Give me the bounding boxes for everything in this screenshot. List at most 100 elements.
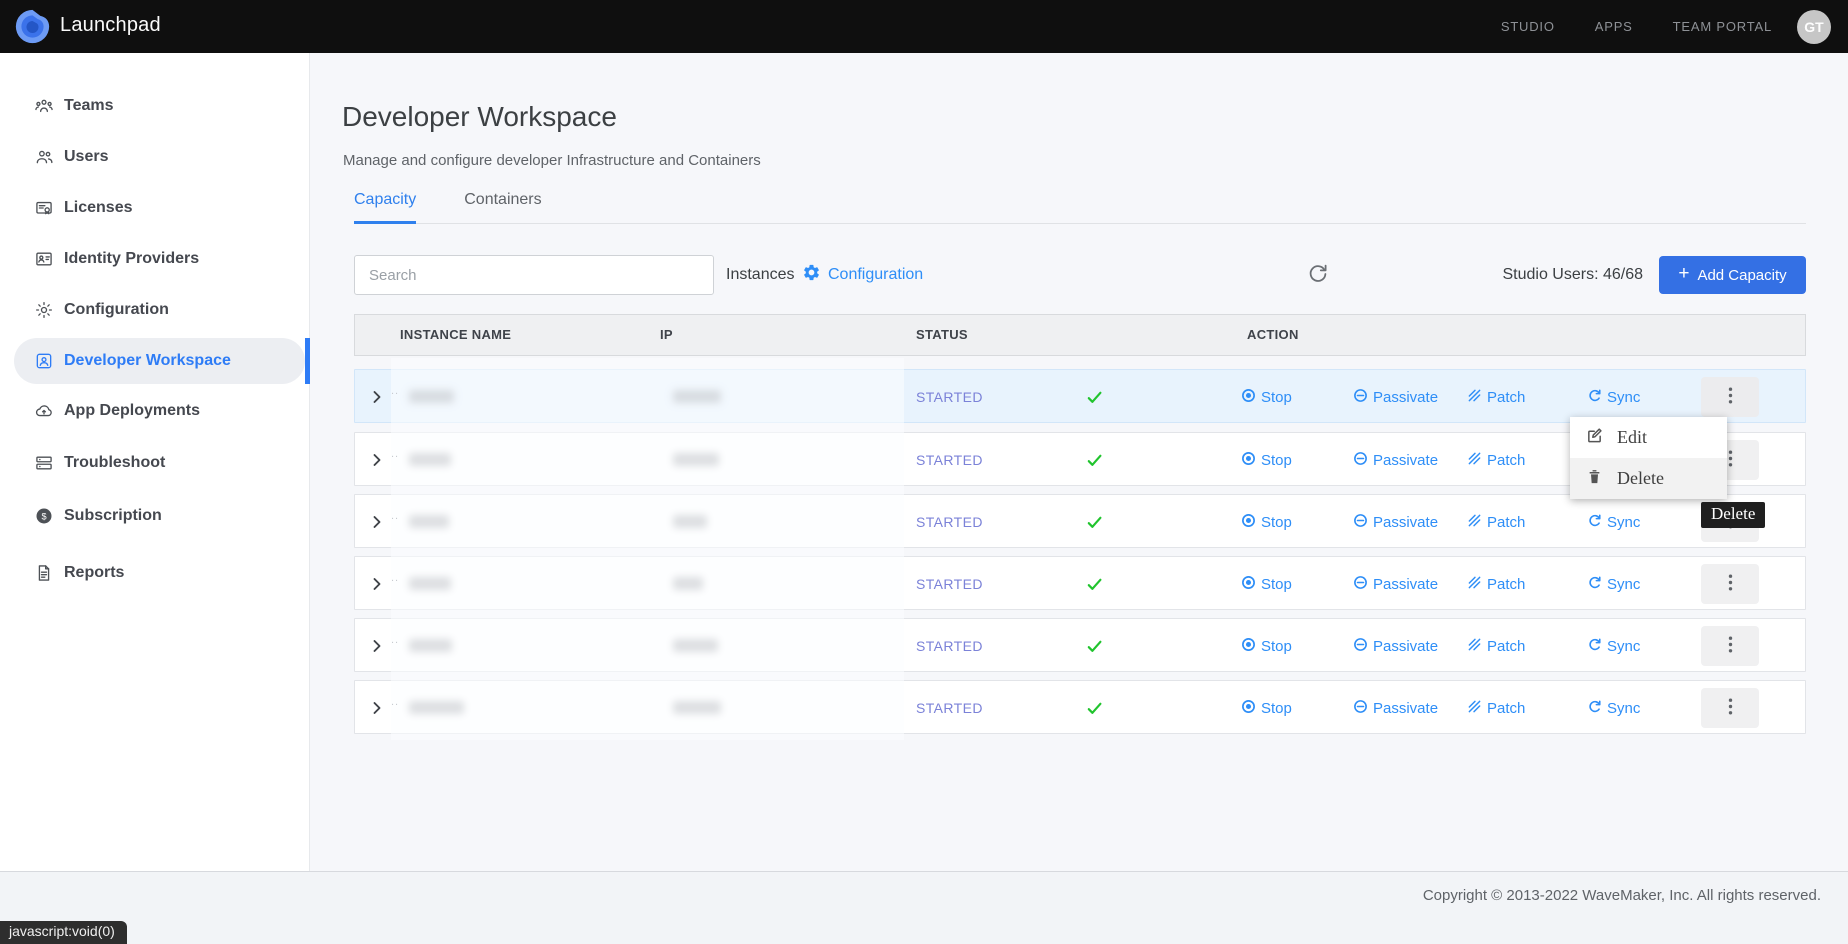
teams-icon	[34, 96, 54, 116]
sidebar-item-configuration[interactable]: Configuration	[0, 287, 310, 333]
action-label: Sync	[1607, 700, 1640, 717]
search-input[interactable]	[354, 255, 714, 295]
redacted-name-prefix: ..	[391, 696, 399, 708]
menu-item-edit[interactable]: Edit	[1570, 417, 1727, 458]
nav-link-team-portal[interactable]: TEAM PORTAL	[1673, 19, 1772, 34]
patch-icon	[1467, 451, 1482, 470]
table-row[interactable]: ..STARTEDStopPassivatePatchSync	[354, 494, 1806, 548]
sidebar-item-troubleshoot[interactable]: Troubleshoot	[0, 440, 310, 486]
row-context-menu: EditDelete	[1570, 417, 1727, 499]
action-stop[interactable]: Stop	[1241, 557, 1292, 611]
action-passivate[interactable]: Passivate	[1353, 495, 1438, 549]
action-stop[interactable]: Stop	[1241, 370, 1292, 424]
action-patch[interactable]: Patch	[1467, 433, 1525, 487]
action-sync[interactable]: Sync	[1587, 619, 1640, 673]
status-check-icon	[1086, 514, 1103, 531]
configuration-link[interactable]: Configuration	[802, 255, 923, 295]
tab-bar: Capacity Containers	[354, 191, 1806, 224]
redacted-name-prefix: ..	[391, 385, 399, 397]
action-label: Sync	[1607, 389, 1640, 406]
sidebar-item-reports[interactable]: Reports	[0, 550, 310, 596]
action-sync[interactable]: Sync	[1587, 495, 1640, 549]
action-stop[interactable]: Stop	[1241, 433, 1292, 487]
tab-capacity[interactable]: Capacity	[354, 191, 416, 223]
tab-containers[interactable]: Containers	[464, 191, 541, 223]
gear-icon	[802, 263, 821, 287]
action-label: Stop	[1261, 389, 1292, 406]
stop-icon	[1241, 388, 1256, 407]
sidebar-item-app-deployments[interactable]: App Deployments	[0, 388, 310, 434]
redacted-name-prefix: ..	[391, 634, 399, 646]
configuration-icon	[34, 300, 54, 320]
user-avatar[interactable]: GT	[1797, 10, 1831, 44]
action-patch[interactable]: Patch	[1467, 557, 1525, 611]
redacted-ip	[673, 453, 719, 466]
sidebar-item-label: Licenses	[64, 185, 132, 231]
kebab-icon	[1728, 450, 1733, 470]
action-stop[interactable]: Stop	[1241, 495, 1292, 549]
svg-text:$: $	[41, 511, 46, 521]
action-sync[interactable]: Sync	[1587, 681, 1640, 735]
row-menu-button[interactable]	[1701, 688, 1759, 728]
action-patch[interactable]: Patch	[1467, 619, 1525, 673]
sync-icon	[1587, 575, 1602, 594]
action-label: Stop	[1261, 700, 1292, 717]
action-passivate[interactable]: Passivate	[1353, 681, 1438, 735]
stop-icon	[1241, 637, 1256, 656]
sidebar-item-label: Teams	[64, 83, 114, 129]
table-row[interactable]: ..STARTEDStopPassivatePatchSync	[354, 369, 1806, 423]
table-row[interactable]: .. STARTED Stop Passivate Patch Sync	[354, 618, 1806, 672]
sidebar-item-label: Identity Providers	[64, 236, 199, 282]
redacted-instance-name	[409, 390, 454, 403]
sidebar-item-licenses[interactable]: Licenses	[0, 185, 310, 231]
menu-item-delete[interactable]: Delete	[1570, 458, 1727, 499]
sidebar-item-subscription[interactable]: $Subscription	[0, 493, 310, 539]
sidebar-item-teams[interactable]: Teams	[0, 83, 310, 129]
copyright-text: Copyright © 2013-2022 WaveMaker, Inc. Al…	[1423, 887, 1821, 904]
sidebar-item-users[interactable]: Users	[0, 134, 310, 180]
nav-link-studio[interactable]: STUDIO	[1501, 19, 1555, 34]
expand-chevron-icon[interactable]	[369, 389, 385, 405]
add-capacity-button[interactable]: + Add Capacity	[1659, 256, 1806, 294]
action-patch[interactable]: Patch	[1467, 681, 1525, 735]
action-stop[interactable]: Stop	[1241, 619, 1292, 673]
status-badge: STARTED	[916, 495, 983, 549]
nav-link-apps[interactable]: APPS	[1595, 19, 1633, 34]
sidebar-item-identity-providers[interactable]: Identity Providers	[0, 236, 310, 282]
row-menu-button[interactable]	[1701, 564, 1759, 604]
redacted-ip	[673, 701, 721, 714]
action-passivate[interactable]: Passivate	[1353, 433, 1438, 487]
developer-workspace-icon	[34, 351, 54, 371]
stop-icon	[1241, 513, 1256, 532]
status-badge: STARTED	[916, 619, 983, 673]
action-patch[interactable]: Patch	[1467, 370, 1525, 424]
expand-chevron-icon[interactable]	[369, 700, 385, 716]
action-label: Passivate	[1373, 700, 1438, 717]
action-passivate[interactable]: Passivate	[1353, 619, 1438, 673]
action-label: Passivate	[1373, 514, 1438, 531]
expand-chevron-icon[interactable]	[369, 452, 385, 468]
subscription-icon: $	[34, 506, 54, 526]
expand-chevron-icon[interactable]	[369, 514, 385, 530]
action-stop[interactable]: Stop	[1241, 681, 1292, 735]
sidebar-item-developer-workspace[interactable]: Developer Workspace	[0, 338, 310, 384]
redacted-instance-name	[409, 577, 451, 590]
row-menu-button[interactable]	[1701, 377, 1759, 417]
status-badge: STARTED	[916, 433, 983, 487]
passivate-icon	[1353, 513, 1368, 532]
patch-icon	[1467, 575, 1482, 594]
action-passivate[interactable]: Passivate	[1353, 557, 1438, 611]
action-label: Passivate	[1373, 576, 1438, 593]
redacted-instance-name	[409, 453, 451, 466]
table-row[interactable]: ..STARTEDStopPassivatePatchSync	[354, 680, 1806, 734]
expand-chevron-icon[interactable]	[369, 638, 385, 654]
action-patch[interactable]: Patch	[1467, 495, 1525, 549]
expand-chevron-icon[interactable]	[369, 576, 385, 592]
action-passivate[interactable]: Passivate	[1353, 370, 1438, 424]
row-menu-button[interactable]	[1701, 626, 1759, 666]
action-sync[interactable]: Sync	[1587, 370, 1640, 424]
refresh-button[interactable]	[1306, 263, 1330, 287]
action-label: Patch	[1487, 452, 1525, 469]
action-sync[interactable]: Sync	[1587, 557, 1640, 611]
table-row[interactable]: ..STARTEDStopPassivatePatchSync	[354, 556, 1806, 610]
